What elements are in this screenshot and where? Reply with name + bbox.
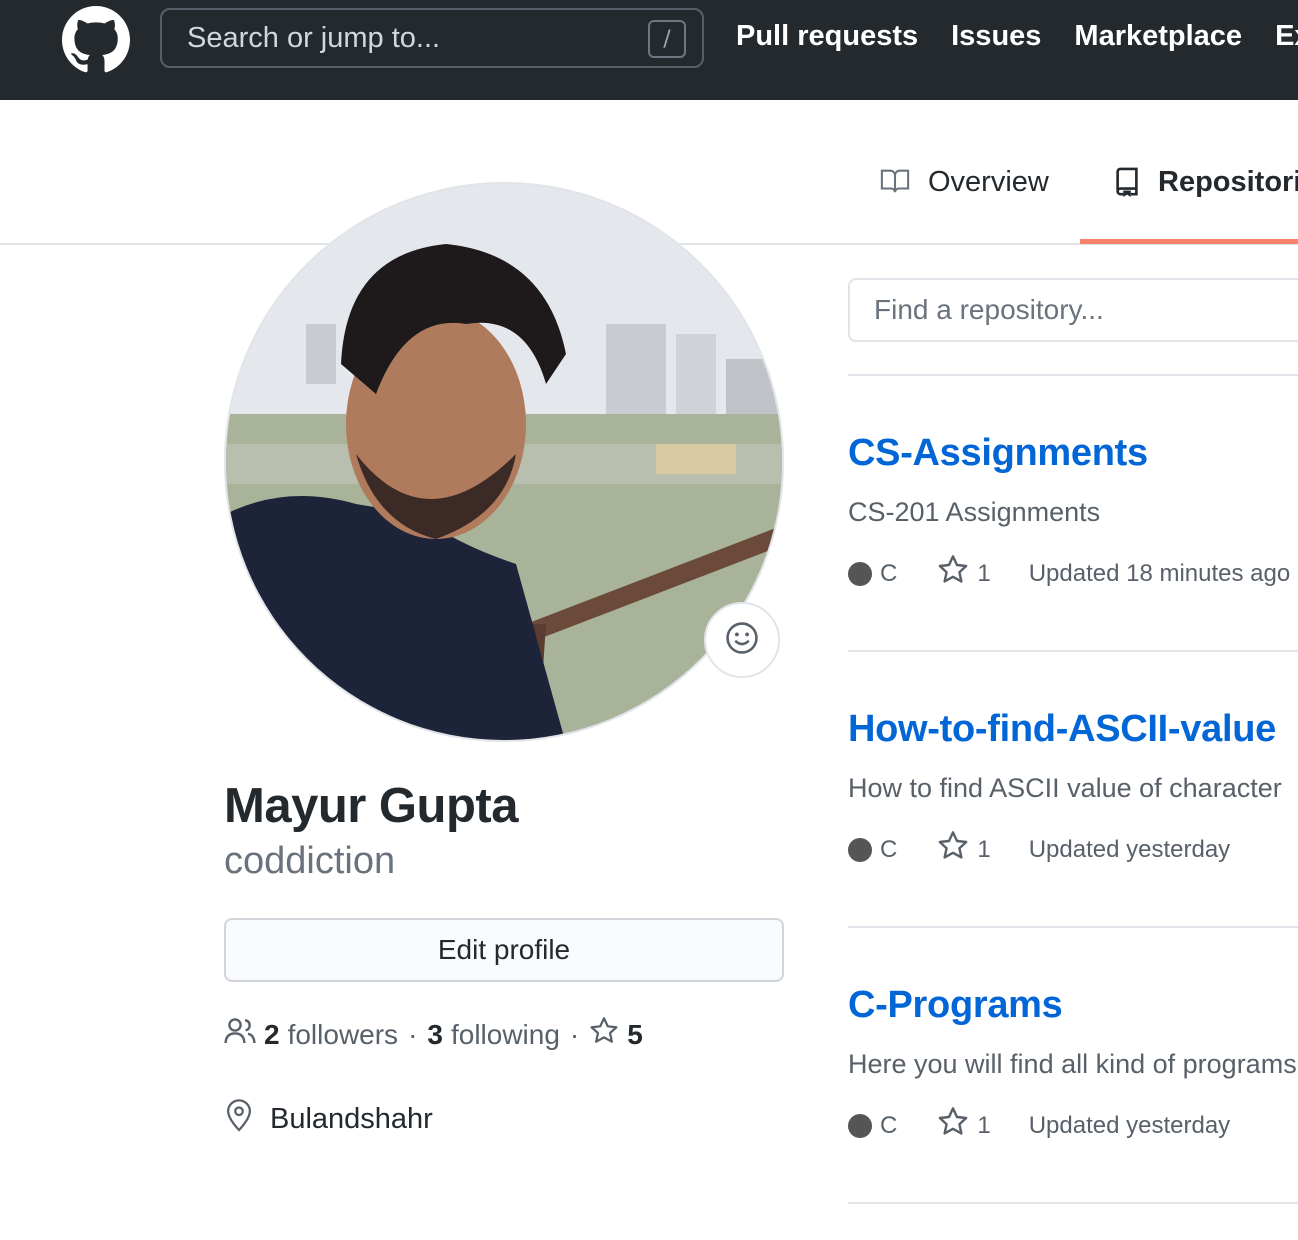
- header-nav: Pull requests Issues Marketplace Explore: [736, 20, 1298, 53]
- tab-repositories[interactable]: Repositories: [1112, 166, 1298, 244]
- global-search-input[interactable]: [162, 10, 702, 66]
- repo-stars-link[interactable]: 1: [937, 830, 991, 869]
- book-icon: [878, 166, 912, 204]
- repo-filter: [848, 278, 1298, 342]
- repo-description: CS-201 Assignments: [848, 497, 1101, 527]
- star-icon: [937, 1106, 969, 1145]
- stars-count: 5: [627, 1018, 643, 1050]
- avatar[interactable]: [224, 182, 784, 742]
- location-text: Bulandshahr: [270, 1102, 433, 1135]
- star-icon: [589, 1016, 619, 1053]
- repo-updated: Updated yesterday: [1028, 835, 1231, 863]
- nav-marketplace[interactable]: Marketplace: [1074, 20, 1242, 53]
- repo-stars-link[interactable]: 1: [937, 554, 991, 593]
- repo-list-item: How-to-find-ASCII-value How to find ASCI…: [848, 708, 1298, 869]
- top-header: / Pull requests Issues Marketplace Explo…: [0, 0, 1298, 100]
- repo-list-item: C-Programs Here you will find all kind o…: [848, 984, 1298, 1145]
- following-count: 3: [427, 1018, 443, 1050]
- nav-pull-requests[interactable]: Pull requests: [736, 20, 918, 53]
- language-color-dot: [848, 1113, 872, 1138]
- followers-count: 2: [264, 1018, 280, 1050]
- star-icon: [937, 554, 969, 593]
- tab-overview-label: Overview: [928, 166, 1049, 198]
- repo-list-item: CS-Assignments CS-201 Assignments C 1 Up…: [848, 432, 1298, 593]
- repo-updated: Updated 18 minutes ago: [1028, 559, 1291, 587]
- repo-language: C: [880, 559, 898, 587]
- search-shortcut-hint: /: [648, 20, 686, 58]
- tab-repositories-label: Repositories: [1158, 166, 1298, 198]
- edit-profile-button[interactable]: Edit profile: [224, 918, 784, 982]
- profile-location: Bulandshahr: [224, 1098, 433, 1140]
- profile-full-name: Mayur Gupta: [224, 779, 518, 833]
- repo-list-divider: [848, 1202, 1298, 1204]
- repo-stars-count: 1: [977, 1111, 991, 1139]
- repo-list-divider: [848, 650, 1298, 652]
- set-status-button[interactable]: [704, 602, 780, 678]
- following-label: following: [450, 1018, 560, 1050]
- repo-name-link[interactable]: How-to-find-ASCII-value: [848, 708, 1298, 751]
- active-tab-indicator: [1080, 239, 1298, 244]
- repo-language: C: [880, 1111, 898, 1139]
- repo-description: Here you will find all kind of programs: [848, 1049, 1297, 1079]
- github-logo-icon[interactable]: [62, 6, 130, 74]
- stars-link[interactable]: 5: [589, 1016, 643, 1053]
- nav-explore[interactable]: Explore: [1275, 20, 1298, 53]
- following-link[interactable]: 3 following: [427, 1019, 560, 1051]
- repo-name-link[interactable]: CS-Assignments: [848, 432, 1298, 475]
- repo-meta: C 1 Updated yesterday: [848, 1106, 1298, 1145]
- repo-name-link[interactable]: C-Programs: [848, 984, 1298, 1027]
- stats-separator: ·: [408, 1018, 418, 1050]
- profile-username: coddiction: [224, 840, 396, 882]
- location-icon: [224, 1098, 254, 1140]
- star-icon: [937, 830, 969, 869]
- repo-meta: C 1 Updated 18 minutes ago: [848, 554, 1298, 593]
- repo-description: How to find ASCII value of character: [848, 773, 1282, 803]
- profile-stats: 2 followers · 3 following · 5: [224, 1016, 643, 1053]
- global-search: /: [160, 8, 704, 68]
- followers-label: followers: [287, 1018, 399, 1050]
- repo-stars-count: 1: [977, 835, 991, 863]
- language-color-dot: [848, 837, 872, 862]
- repo-list-divider: [848, 374, 1298, 376]
- repo-updated: Updated yesterday: [1028, 1111, 1231, 1139]
- language-color-dot: [848, 561, 872, 586]
- smiley-icon: [725, 621, 759, 660]
- repo-stars-count: 1: [977, 559, 991, 587]
- people-icon: [224, 1017, 256, 1052]
- repo-meta: C 1 Updated yesterday: [848, 830, 1298, 869]
- find-repository-input[interactable]: [850, 280, 1298, 340]
- repo-language: C: [880, 835, 898, 863]
- followers-link[interactable]: 2 followers: [224, 1017, 398, 1052]
- stats-separator: ·: [569, 1018, 580, 1050]
- repo-list-divider: [848, 926, 1298, 928]
- nav-issues[interactable]: Issues: [951, 20, 1041, 53]
- repo-icon: [1112, 166, 1142, 206]
- tab-overview[interactable]: Overview: [878, 166, 1049, 244]
- repo-stars-link[interactable]: 1: [937, 1106, 991, 1145]
